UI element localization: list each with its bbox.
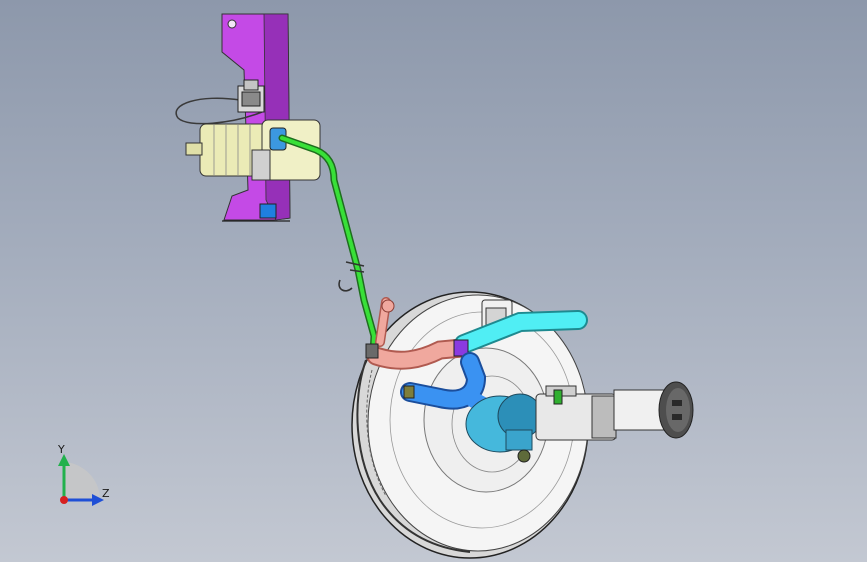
valve-bolt xyxy=(517,449,531,463)
assembly-model[interactable] xyxy=(0,0,867,562)
pipe-fitting-lower xyxy=(403,385,415,399)
pipe-fitting-mid xyxy=(365,343,379,359)
triad-y-label: Y xyxy=(58,443,65,456)
mounting-bracket[interactable] xyxy=(221,13,291,222)
triad-z-label: Z xyxy=(102,487,110,500)
bracket-blue-clip xyxy=(259,203,277,219)
reservoir-cap[interactable] xyxy=(658,381,694,439)
bracket-mount-hole xyxy=(227,19,237,29)
motor-shaft xyxy=(185,142,203,156)
master-cylinder[interactable] xyxy=(535,385,665,441)
coordinate-triad xyxy=(58,454,104,506)
x-axis-dot xyxy=(60,496,68,504)
vacuum-pump-motor[interactable] xyxy=(185,119,321,181)
bracket-side-face xyxy=(263,13,291,221)
cad-viewport[interactable]: Y Z xyxy=(0,0,867,562)
